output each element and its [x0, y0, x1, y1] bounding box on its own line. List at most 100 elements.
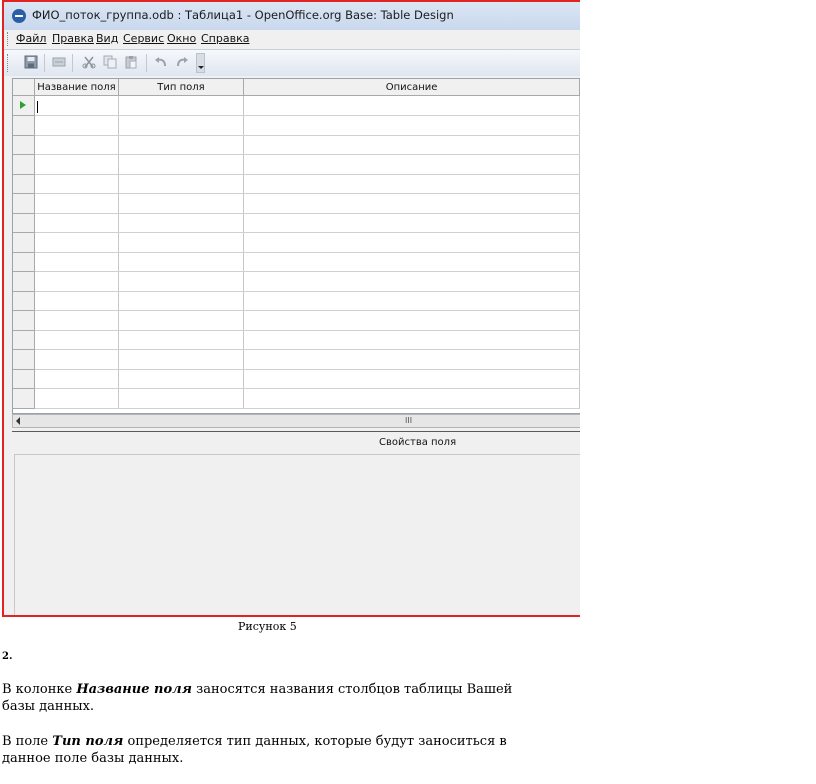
menu-file[interactable]: Файл — [16, 32, 46, 45]
table-row[interactable] — [13, 271, 580, 292]
field-type-cell[interactable] — [118, 330, 245, 350]
row-header[interactable] — [13, 154, 36, 175]
menu-edit[interactable]: Правка — [52, 32, 94, 45]
table-row[interactable] — [13, 154, 580, 175]
row-header[interactable] — [13, 388, 36, 409]
field-type-cell[interactable] — [118, 174, 245, 194]
table-row[interactable] — [13, 174, 580, 194]
field-type-cell[interactable] — [118, 154, 245, 175]
table-row[interactable] — [13, 310, 580, 331]
column-header-field-type[interactable]: Тип поля — [118, 79, 245, 96]
row-header[interactable] — [13, 310, 36, 331]
field-name-cell[interactable] — [34, 252, 119, 272]
description-cell[interactable] — [243, 232, 580, 253]
description-cell[interactable] — [243, 213, 580, 233]
field-name-cell[interactable] — [34, 291, 119, 311]
description-cell[interactable] — [243, 310, 580, 331]
field-type-cell[interactable] — [118, 291, 245, 311]
copy-icon[interactable] — [103, 55, 117, 69]
description-cell[interactable] — [243, 174, 580, 194]
row-header[interactable] — [13, 369, 36, 389]
scroll-left-arrow-icon[interactable] — [16, 417, 20, 425]
field-name-cell[interactable] — [34, 388, 119, 409]
menu-view[interactable]: Вид — [96, 32, 118, 45]
redo-icon[interactable] — [175, 55, 189, 69]
column-header-description[interactable]: Описание — [243, 79, 580, 96]
field-name-cell[interactable] — [34, 115, 119, 136]
field-name-cell[interactable] — [34, 330, 119, 350]
field-type-cell[interactable] — [118, 369, 245, 389]
paste-icon[interactable] — [124, 55, 138, 69]
description-cell[interactable] — [243, 349, 580, 370]
table-row[interactable] — [13, 388, 580, 409]
description-cell[interactable] — [243, 291, 580, 311]
table-row[interactable] — [13, 330, 580, 350]
cut-icon[interactable] — [82, 55, 96, 69]
field-type-cell[interactable] — [118, 388, 245, 409]
field-type-cell[interactable] — [118, 349, 245, 370]
table-row[interactable] — [13, 135, 580, 155]
field-name-cell[interactable] — [34, 174, 119, 194]
field-type-cell[interactable] — [118, 271, 245, 292]
row-header[interactable] — [13, 271, 36, 292]
row-header[interactable] — [13, 252, 36, 272]
row-header[interactable] — [13, 135, 36, 155]
description-cell[interactable] — [243, 330, 580, 350]
description-cell[interactable] — [243, 252, 580, 272]
undo-icon[interactable] — [154, 55, 168, 69]
row-header[interactable] — [13, 349, 36, 370]
row-header[interactable] — [13, 232, 36, 253]
table-row[interactable] — [13, 193, 580, 214]
field-type-cell[interactable] — [118, 252, 245, 272]
horizontal-scrollbar[interactable]: III — [12, 414, 580, 428]
menu-tools[interactable]: Сервис — [123, 32, 164, 45]
row-header[interactable] — [13, 95, 36, 116]
row-header[interactable] — [13, 291, 36, 311]
table-row[interactable] — [13, 213, 580, 233]
row-header[interactable] — [13, 193, 36, 214]
toolbar-overflow-dropdown[interactable] — [196, 53, 205, 73]
field-type-cell[interactable] — [118, 310, 245, 331]
row-header[interactable] — [13, 213, 36, 233]
field-name-cell[interactable] — [34, 213, 119, 233]
field-type-cell[interactable] — [118, 95, 245, 116]
field-type-cell[interactable] — [118, 213, 245, 233]
description-cell[interactable] — [243, 193, 580, 214]
field-name-cell[interactable] — [34, 349, 119, 370]
field-name-cell[interactable] — [34, 154, 119, 175]
field-type-cell[interactable] — [118, 115, 245, 136]
field-name-cell[interactable] — [34, 232, 119, 253]
menu-window[interactable]: Окно — [167, 32, 196, 45]
field-name-cell[interactable] — [34, 135, 119, 155]
field-name-cell[interactable] — [34, 271, 119, 292]
scroll-thumb-grip[interactable]: III — [405, 416, 412, 425]
table-row[interactable] — [13, 95, 580, 116]
row-header[interactable] — [13, 330, 36, 350]
table-row[interactable] — [13, 291, 580, 311]
field-name-cell[interactable] — [34, 193, 119, 214]
table-row[interactable] — [13, 349, 580, 370]
table-row[interactable] — [13, 115, 580, 136]
description-cell[interactable] — [243, 135, 580, 155]
field-name-cell[interactable] — [34, 369, 119, 389]
table-row[interactable] — [13, 232, 580, 253]
edit-icon[interactable] — [52, 55, 66, 69]
menu-help[interactable]: Справка — [201, 32, 249, 45]
row-header[interactable] — [13, 174, 36, 194]
description-cell[interactable] — [243, 271, 580, 292]
field-type-cell[interactable] — [118, 135, 245, 155]
description-cell[interactable] — [243, 154, 580, 175]
field-name-cell[interactable] — [34, 95, 119, 116]
table-row[interactable] — [13, 252, 580, 272]
description-cell[interactable] — [243, 115, 580, 136]
table-row[interactable] — [13, 369, 580, 389]
save-icon[interactable] — [24, 55, 38, 69]
field-name-cell[interactable] — [34, 310, 119, 331]
row-header[interactable] — [13, 115, 36, 136]
description-cell[interactable] — [243, 388, 580, 409]
field-type-cell[interactable] — [118, 232, 245, 253]
column-header-field-name[interactable]: Название поля — [34, 79, 119, 96]
description-cell[interactable] — [243, 369, 580, 389]
description-cell[interactable] — [243, 95, 580, 116]
field-type-cell[interactable] — [118, 193, 245, 214]
